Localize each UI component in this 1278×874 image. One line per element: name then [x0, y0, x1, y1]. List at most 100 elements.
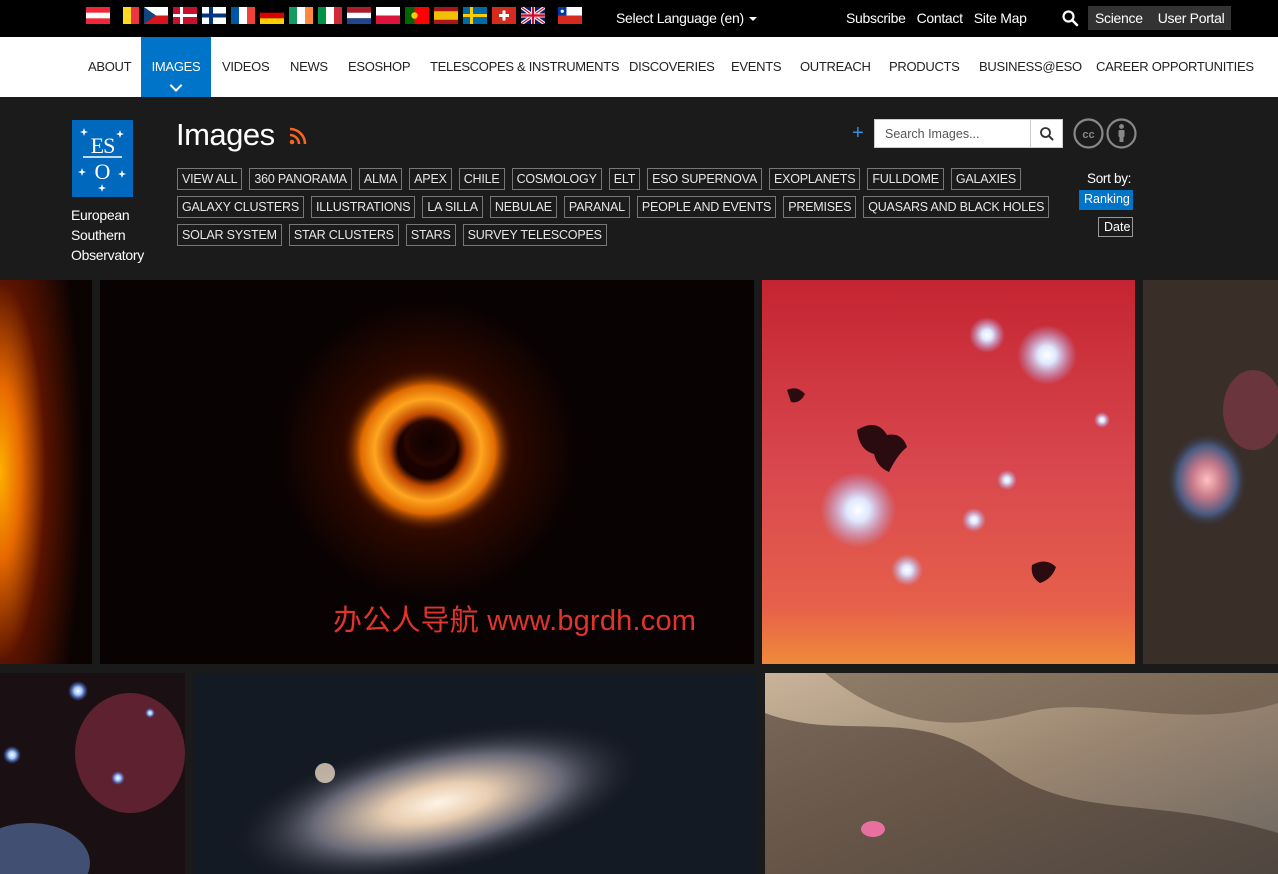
tag-solar-system[interactable]: SOLAR SYSTEM: [177, 224, 282, 246]
flag-sweden-icon[interactable]: [463, 7, 487, 24]
portal-links: Science User Portal: [1088, 6, 1232, 30]
flag-austria-icon[interactable]: [86, 7, 110, 24]
top-bar: Select Language (en) Subscribe Contact S…: [0, 0, 1278, 37]
nav-item-images-label: IMAGES: [151, 59, 201, 74]
tag-cosmology[interactable]: COSMOLOGY: [511, 168, 602, 190]
tag-star-clusters[interactable]: STAR CLUSTERS: [288, 224, 399, 246]
svg-text:cc: cc: [1082, 129, 1094, 141]
tag-galaxies[interactable]: GALAXIES: [950, 168, 1022, 190]
nav-item-news[interactable]: NEWS: [290, 37, 328, 97]
sort-ranking-button[interactable]: Ranking: [1079, 190, 1133, 210]
tag-fulldome[interactable]: FULLDOME: [867, 168, 944, 190]
search-input[interactable]: [875, 120, 1030, 147]
sort-by-label: Sort by:: [1087, 171, 1132, 186]
organization-name: European Southern Observatory: [71, 205, 144, 265]
images-header: ES O European Southern Observatory Image…: [0, 97, 1278, 280]
tag-view-all[interactable]: VIEW ALL: [177, 168, 243, 190]
tag-elt[interactable]: ELT: [608, 168, 641, 190]
nav-item-products[interactable]: PRODUCTS: [889, 37, 960, 97]
top-links: Subscribe Contact Site Map: [846, 10, 1027, 26]
nav-item-esoshop[interactable]: ESOSHOP: [348, 37, 411, 97]
image-gallery: 办公人导航 www.bgrdh.com: [0, 280, 1278, 874]
science-portal-link[interactable]: Science: [1095, 10, 1143, 26]
plus-icon[interactable]: +: [852, 123, 864, 143]
nav-item-discoveries[interactable]: DISCOVERIES: [629, 37, 715, 97]
sort-date-button[interactable]: Date: [1098, 217, 1133, 237]
select-language-label: Select Language (en): [616, 10, 744, 26]
gallery-image-partial-glow[interactable]: [0, 280, 92, 664]
search-icon: [1040, 127, 1054, 141]
tag-premises[interactable]: PREMISES: [783, 196, 857, 218]
search-icon[interactable]: [1061, 9, 1079, 27]
tag-people-and-events[interactable]: PEOPLE AND EVENTS: [636, 196, 777, 218]
tag-illustrations[interactable]: ILLUSTRATIONS: [310, 196, 416, 218]
main-navigation: ABOUT IMAGES VIDEOS NEWS ESOSHOP TELESCO…: [0, 37, 1278, 97]
rss-icon[interactable]: [289, 127, 307, 145]
tag-row-1: VIEW ALL 360 PANORAMA ALMA APEX CHILE CO…: [177, 168, 1047, 191]
gallery-image-spiral-galaxy[interactable]: [193, 673, 757, 874]
tag-nebulae[interactable]: NEBULAE: [489, 196, 557, 218]
gallery-image-black-hole[interactable]: [100, 280, 754, 664]
nav-item-about[interactable]: ABOUT: [88, 37, 132, 97]
nav-item-business-eso[interactable]: BUSINESS@ESO: [979, 37, 1082, 97]
category-tags: VIEW ALL 360 PANORAMA ALMA APEX CHILE CO…: [177, 168, 1050, 252]
org-line-3: Observatory: [71, 247, 144, 263]
contact-link[interactable]: Contact: [917, 10, 963, 26]
tag-stars[interactable]: STARS: [405, 224, 456, 246]
flag-france-icon[interactable]: [231, 7, 255, 24]
flag-uk-icon[interactable]: [521, 7, 545, 24]
org-line-1: European: [71, 207, 130, 223]
chevron-down-icon: [169, 79, 183, 92]
tag-360-panorama[interactable]: 360 PANORAMA: [249, 168, 352, 190]
flag-finland-icon[interactable]: [202, 7, 226, 24]
eso-logo[interactable]: ES O: [72, 120, 133, 197]
gallery-image-blue-star-cluster[interactable]: [0, 673, 185, 874]
flag-ireland-icon[interactable]: [289, 7, 313, 24]
flag-portugal-icon[interactable]: [405, 7, 429, 24]
gallery-image-red-nebula-cluster[interactable]: [762, 280, 1135, 664]
nav-item-events[interactable]: EVENTS: [731, 37, 782, 97]
nav-item-outreach[interactable]: OUTREACH: [800, 37, 871, 97]
nav-item-videos[interactable]: VIDEOS: [222, 37, 270, 97]
flag-italy-icon[interactable]: [318, 7, 342, 24]
flag-chile-icon[interactable]: [558, 7, 582, 24]
svg-text:ES: ES: [91, 133, 115, 158]
caret-down-icon: [748, 17, 757, 22]
nav-item-images[interactable]: IMAGES: [141, 37, 211, 97]
gallery-image-starfield-nebula[interactable]: [1143, 280, 1278, 664]
flag-germany-icon[interactable]: [260, 7, 284, 24]
language-flags: [86, 7, 582, 24]
flag-poland-icon[interactable]: [376, 7, 400, 24]
user-portal-link[interactable]: User Portal: [1158, 10, 1225, 26]
tag-apex[interactable]: APEX: [409, 168, 452, 190]
tag-paranal[interactable]: PARANAL: [563, 196, 630, 218]
flag-belgium-icon[interactable]: [115, 7, 139, 24]
attribution-icon[interactable]: [1106, 118, 1137, 149]
flag-spain-icon[interactable]: [434, 7, 458, 24]
tag-eso-supernova[interactable]: ESO SUPERNOVA: [647, 168, 762, 190]
tag-chile[interactable]: CHILE: [458, 168, 505, 190]
tag-alma[interactable]: ALMA: [358, 168, 403, 190]
site-map-link[interactable]: Site Map: [974, 10, 1027, 26]
tag-row-2: GALAXY CLUSTERS ILLUSTRATIONS LA SILLA N…: [177, 196, 1050, 219]
flag-czech-icon[interactable]: [144, 7, 168, 24]
nav-item-career-opportunities[interactable]: CAREER OPPORTUNITIES: [1096, 37, 1254, 97]
flag-netherlands-icon[interactable]: [347, 7, 371, 24]
org-line-2: Southern: [71, 227, 126, 243]
tag-exoplanets[interactable]: EXOPLANETS: [768, 168, 861, 190]
gallery-image-milky-way-dust[interactable]: [765, 673, 1278, 874]
subscribe-link[interactable]: Subscribe: [846, 10, 906, 26]
image-search-box: [874, 119, 1063, 148]
tag-galaxy-clusters[interactable]: GALAXY CLUSTERS: [177, 196, 304, 218]
tag-la-silla[interactable]: LA SILLA: [422, 196, 483, 218]
nav-item-telescopes-instruments[interactable]: TELESCOPES & INSTRUMENTS: [430, 37, 620, 97]
tag-quasars-and-black-holes[interactable]: QUASARS AND BLACK HOLES: [863, 196, 1050, 218]
tag-row-3: SOLAR SYSTEM STAR CLUSTERS STARS SURVEY …: [177, 224, 1047, 247]
creative-commons-icon[interactable]: cc: [1073, 118, 1104, 149]
svg-text:O: O: [95, 159, 111, 184]
flag-denmark-icon[interactable]: [173, 7, 197, 24]
select-language-dropdown[interactable]: Select Language (en): [616, 10, 757, 26]
tag-survey-telescopes[interactable]: SURVEY TELESCOPES: [462, 224, 607, 246]
search-button[interactable]: [1030, 120, 1062, 147]
flag-switzerland-icon[interactable]: [492, 7, 516, 24]
